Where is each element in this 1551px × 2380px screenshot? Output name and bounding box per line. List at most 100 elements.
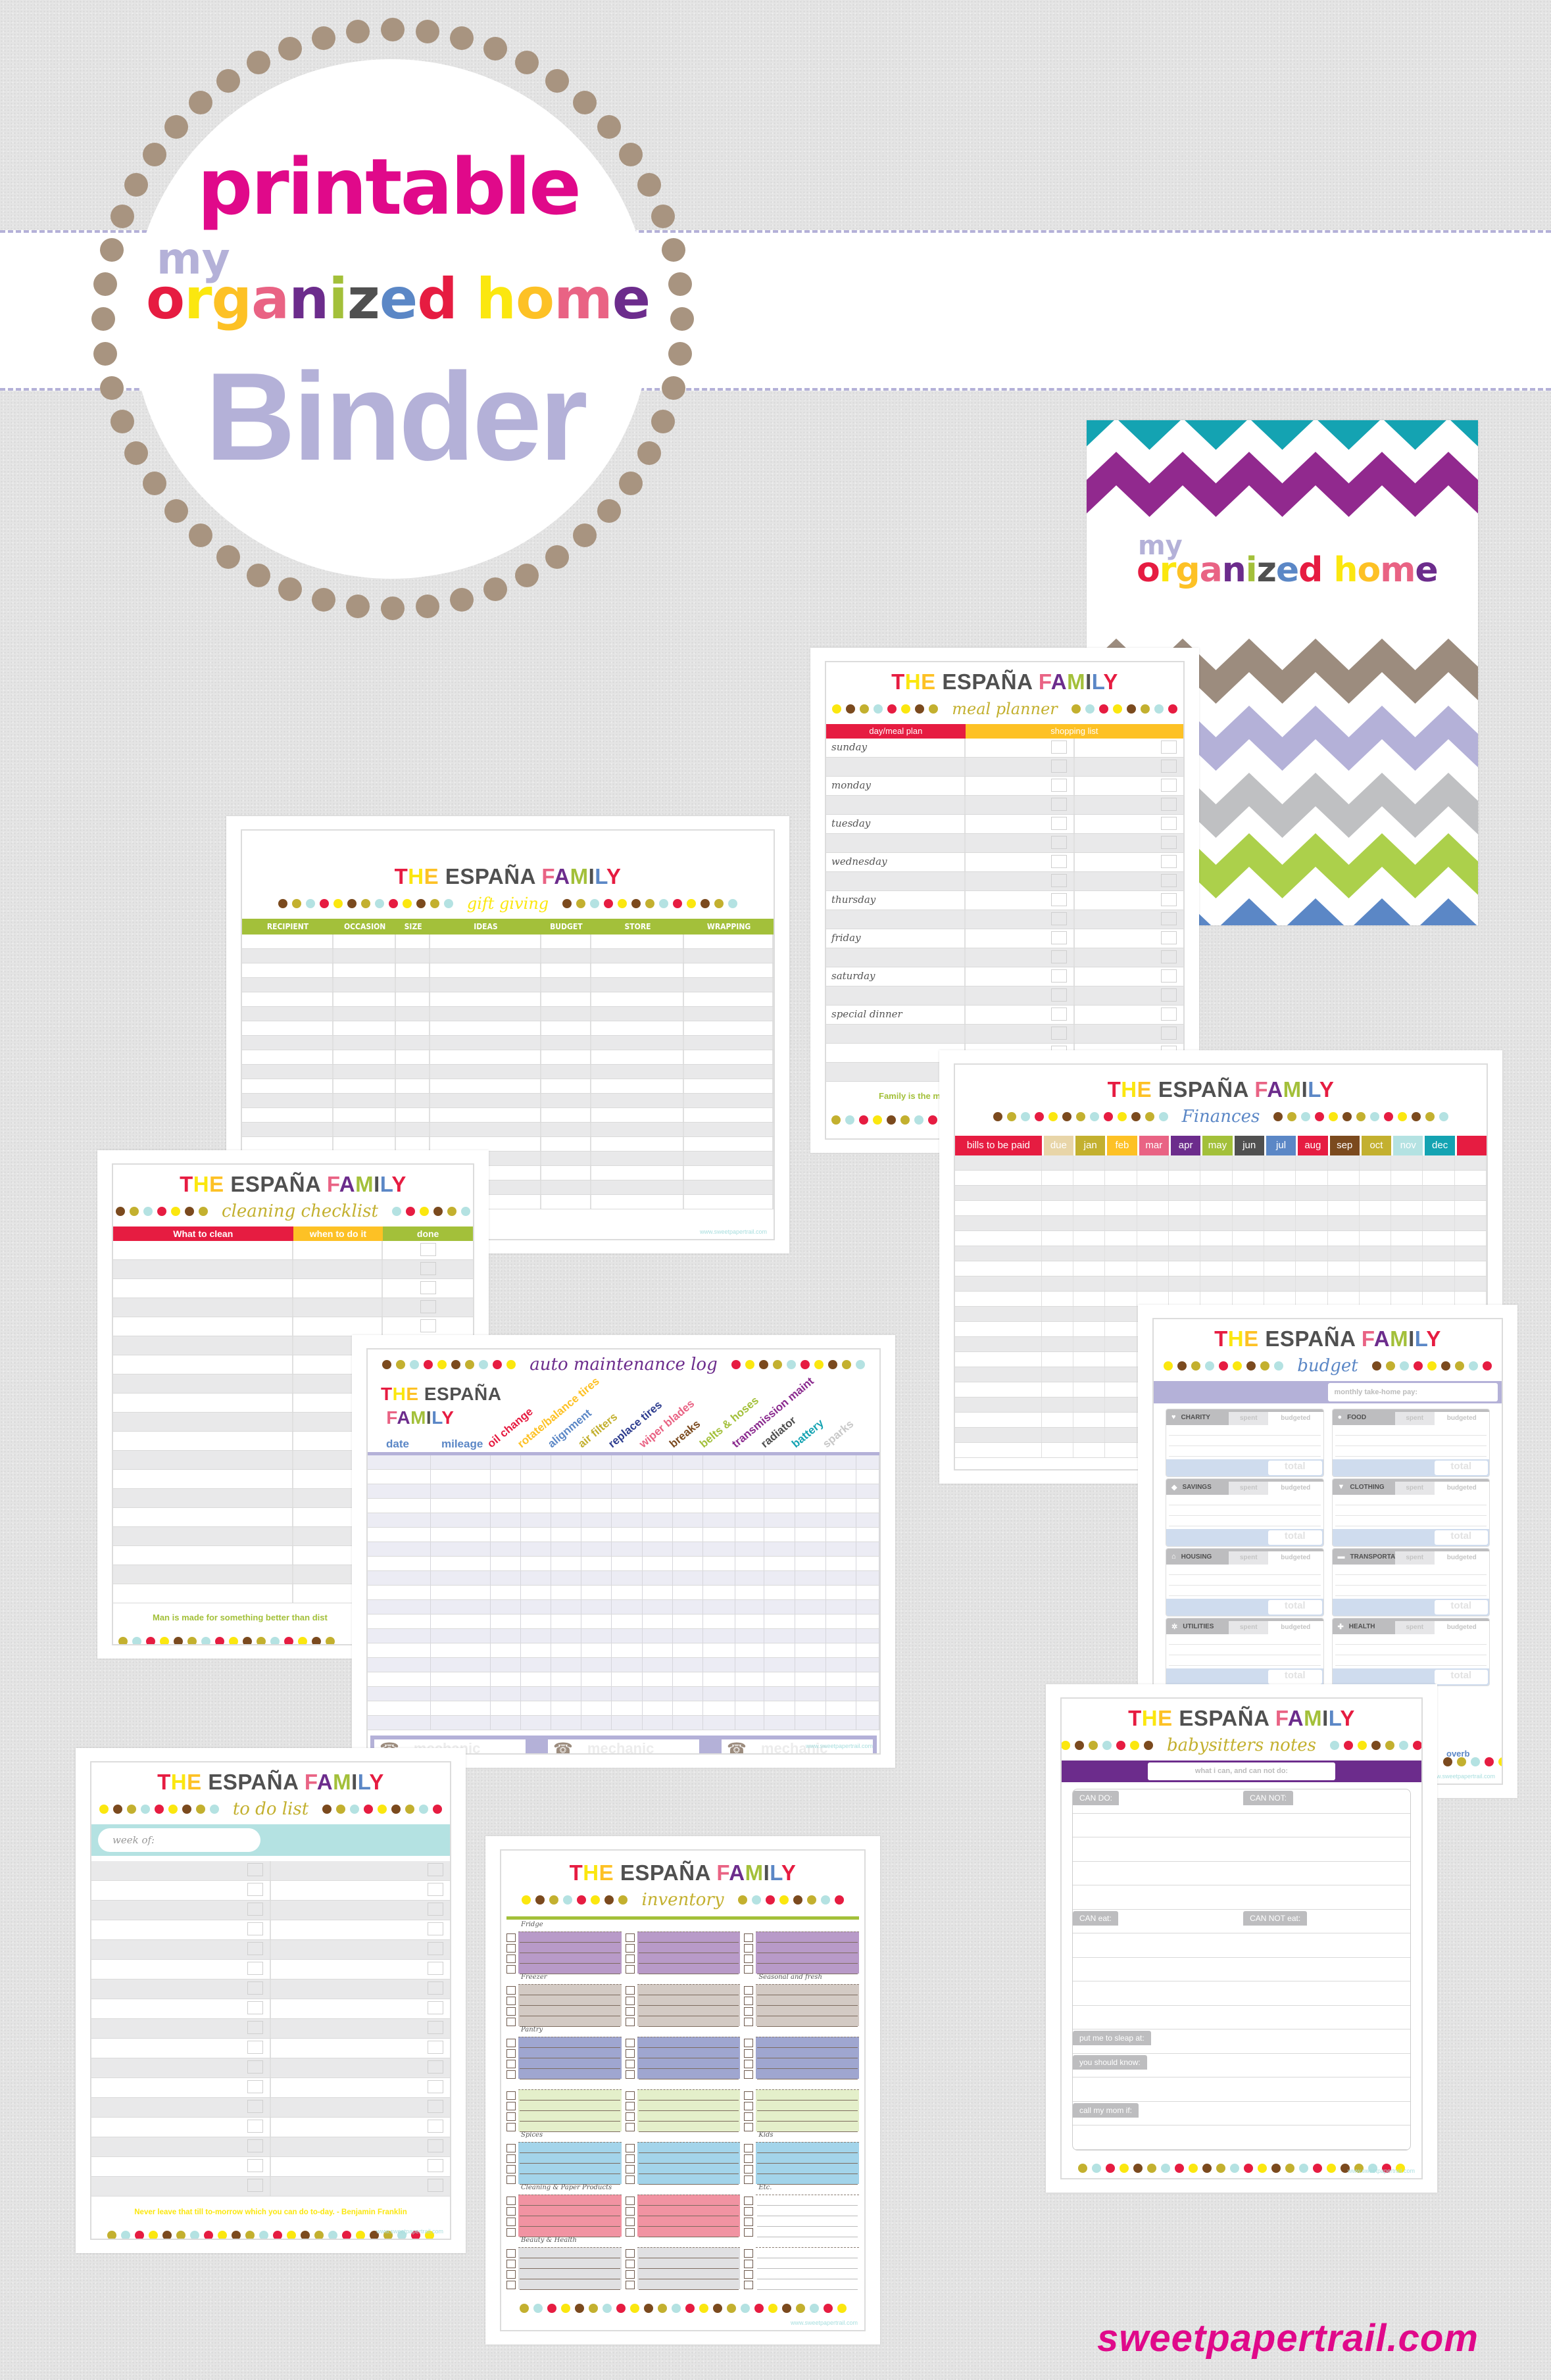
item-line[interactable] [638, 2069, 739, 2080]
checkbox[interactable] [625, 2144, 635, 2153]
item-line[interactable] [638, 2248, 739, 2259]
item-line[interactable] [520, 2153, 620, 2164]
item-line[interactable] [520, 2206, 620, 2217]
item-line[interactable] [757, 1964, 858, 1975]
checkbox[interactable] [744, 1955, 754, 1964]
total-field[interactable]: total [1268, 1670, 1322, 1685]
entry-line[interactable] [1335, 1436, 1487, 1447]
checkbox[interactable] [506, 1997, 516, 2006]
checkbox[interactable] [744, 2070, 754, 2079]
checkbox[interactable] [744, 2260, 754, 2269]
checkbox[interactable] [247, 2060, 263, 2074]
checkbox[interactable] [1161, 912, 1177, 926]
item-line[interactable] [757, 2037, 858, 2049]
checkbox[interactable] [428, 1883, 443, 1897]
checkbox[interactable] [1161, 969, 1177, 983]
checkbox[interactable] [247, 2080, 263, 2094]
checkbox[interactable] [744, 2270, 754, 2279]
checkbox[interactable] [506, 2144, 516, 2153]
checkbox[interactable] [744, 2207, 754, 2216]
item-line[interactable] [638, 2048, 739, 2059]
checkbox[interactable] [428, 2100, 443, 2114]
checkbox[interactable] [506, 2060, 516, 2069]
item-line[interactable] [757, 2174, 858, 2185]
item-line[interactable] [757, 2090, 858, 2101]
checkbox[interactable] [625, 2112, 635, 2122]
entry-line[interactable] [1335, 1425, 1487, 1436]
item-line[interactable] [520, 2016, 620, 2028]
checkbox[interactable] [625, 2123, 635, 2132]
item-line[interactable] [638, 2016, 739, 2028]
checkbox[interactable] [625, 1965, 635, 1974]
entry-line[interactable] [1335, 1495, 1487, 1506]
checkbox[interactable] [506, 2207, 516, 2216]
checkbox[interactable] [506, 2165, 516, 2174]
checkbox[interactable] [1050, 817, 1067, 831]
item-line[interactable] [638, 2206, 739, 2217]
checkbox[interactable] [1161, 798, 1177, 812]
checkbox[interactable] [247, 2001, 263, 2015]
item-line[interactable] [638, 2090, 739, 2101]
notes-line[interactable] [1073, 1814, 1410, 1838]
checkbox[interactable] [428, 2021, 443, 2035]
item-line[interactable] [520, 2227, 620, 2238]
item-line[interactable] [520, 2101, 620, 2112]
entry-line[interactable] [1169, 1575, 1321, 1586]
checkbox[interactable] [428, 2139, 443, 2153]
checkbox[interactable] [744, 2060, 754, 2069]
checkbox[interactable] [625, 2018, 635, 2027]
item-line[interactable] [638, 2143, 739, 2154]
checkbox[interactable] [625, 2207, 635, 2216]
entry-line[interactable] [1169, 1495, 1321, 1506]
checkbox[interactable] [247, 2159, 263, 2173]
total-field[interactable]: total [1268, 1530, 1322, 1545]
checkbox[interactable] [428, 1981, 443, 1995]
checkbox[interactable] [506, 2154, 516, 2164]
checkbox[interactable] [744, 1944, 754, 1953]
take-home-pay-field[interactable]: monthly take-home pay: [1327, 1383, 1498, 1402]
item-line[interactable] [638, 2058, 739, 2070]
checkbox[interactable] [744, 2144, 754, 2153]
checkbox[interactable] [506, 2102, 516, 2111]
mechanic-field[interactable]: ☎ mechanic [548, 1739, 699, 1753]
notes-line[interactable] [1073, 1958, 1410, 1982]
checkbox[interactable] [506, 2091, 516, 2101]
checkbox[interactable] [744, 2165, 754, 2174]
checkbox[interactable] [744, 2175, 754, 2185]
entry-line[interactable] [1169, 1645, 1321, 1656]
checkbox[interactable] [428, 2001, 443, 2015]
checkbox[interactable] [506, 2249, 516, 2258]
item-line[interactable] [757, 2206, 858, 2217]
checkbox[interactable] [506, 1933, 516, 1943]
checkbox[interactable] [428, 2080, 443, 2094]
checkbox[interactable] [247, 1883, 263, 1897]
checkbox[interactable] [625, 2165, 635, 2174]
item-line[interactable] [757, 2122, 858, 2133]
checkbox[interactable] [506, 2260, 516, 2269]
checkbox[interactable] [420, 1300, 436, 1314]
item-line[interactable] [520, 2058, 620, 2070]
item-line[interactable] [638, 2153, 739, 2164]
item-line[interactable] [638, 1943, 739, 1954]
checkbox[interactable] [625, 2228, 635, 2237]
checkbox[interactable] [428, 1863, 443, 1877]
checkbox[interactable] [506, 1944, 516, 1953]
item-line[interactable] [520, 2037, 620, 2049]
checkbox[interactable] [1050, 760, 1067, 773]
item-line[interactable] [757, 2101, 858, 2112]
checkbox[interactable] [1161, 1027, 1177, 1040]
notes-line[interactable]: call my mom if: [1073, 2102, 1410, 2126]
checkbox[interactable] [744, 1933, 754, 1943]
notes-line[interactable] [1073, 2077, 1410, 2102]
notes-line[interactable] [1073, 2125, 1410, 2150]
checkbox[interactable] [428, 1942, 443, 1956]
item-line[interactable] [638, 2195, 739, 2206]
checkbox[interactable] [625, 2039, 635, 2048]
checkbox[interactable] [1161, 817, 1177, 831]
checkbox[interactable] [506, 2018, 516, 2027]
item-line[interactable] [520, 2122, 620, 2133]
item-line[interactable] [638, 1985, 739, 1996]
checkbox[interactable] [420, 1243, 436, 1257]
checkbox[interactable] [1050, 855, 1067, 869]
checkbox[interactable] [1050, 1027, 1067, 1040]
